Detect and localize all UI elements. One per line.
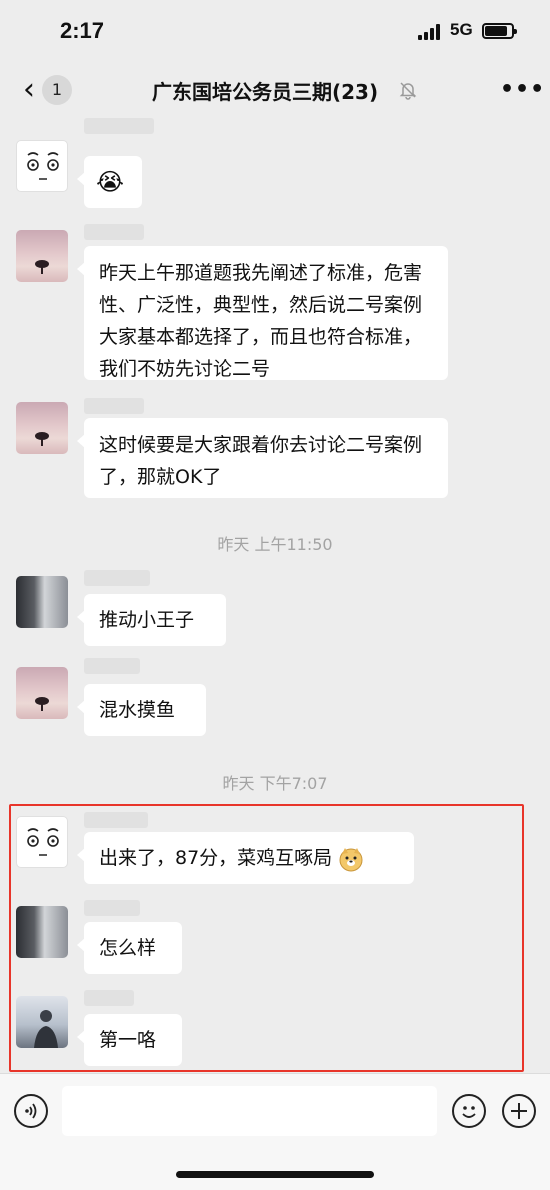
face-doodle-icon: [27, 828, 59, 856]
chat-title: 广东国培公务员三期(23): [152, 80, 379, 104]
avatar[interactable]: [16, 140, 68, 192]
message-bubble[interactable]: 第一咯: [77, 1014, 182, 1066]
sender-name: [84, 812, 148, 828]
message-bubble[interactable]: 出来了，87分，菜鸡互啄局: [77, 832, 414, 884]
smiley-face-icon: [462, 1106, 476, 1118]
voice-wave-icon: [25, 1103, 37, 1119]
message-input[interactable]: [62, 1086, 437, 1136]
unread-count-badge[interactable]: 1: [42, 75, 72, 105]
emoji-icon[interactable]: [452, 1094, 486, 1128]
status-bar: 2:17 5G: [0, 0, 550, 62]
sender-name: [84, 570, 150, 586]
bell-off-icon: [399, 82, 417, 100]
message-list[interactable]: 😭 昨天上午那道题我先阐述了标准，危害性、广泛性，典型性，然后说二号案例大家基本…: [0, 118, 550, 1073]
sender-name: [84, 224, 144, 240]
sender-name: [84, 658, 140, 674]
timestamp: 昨天 上午11:50: [217, 535, 333, 554]
tree-icon: [35, 697, 49, 711]
message-text: 第一咯: [99, 1029, 157, 1051]
input-bar: [0, 1073, 550, 1190]
more-icon[interactable]: •••: [500, 76, 545, 104]
sender-name: [84, 990, 134, 1006]
avatar[interactable]: [16, 667, 68, 719]
message-text: 这时候要是大家跟着你去讨论二号案例了，那就OK了: [99, 434, 423, 488]
network-type: 5G: [450, 20, 473, 39]
message-bubble[interactable]: 混水摸鱼: [77, 684, 206, 736]
message-bubble[interactable]: 这时候要是大家跟着你去讨论二号案例了，那就OK了: [77, 418, 448, 498]
voice-icon[interactable]: [14, 1094, 48, 1128]
chat-header: ‹ 1 广东国培公务员三期(23) •••: [0, 62, 550, 118]
message-bubble[interactable]: 推动小王子: [77, 594, 226, 646]
avatar[interactable]: [16, 402, 68, 454]
avatar[interactable]: [16, 996, 68, 1048]
avatar[interactable]: [16, 576, 68, 628]
message-bubble[interactable]: 昨天上午那道题我先阐述了标准，危害性、广泛性，典型性，然后说二号案例大家基本都选…: [77, 246, 448, 380]
doge-emoji-icon: [339, 847, 363, 871]
face-doodle-icon: [27, 152, 59, 180]
sender-name: [84, 900, 140, 916]
tree-icon: [35, 432, 49, 446]
home-indicator[interactable]: [176, 1171, 374, 1178]
plus-icon[interactable]: [502, 1094, 536, 1128]
sender-name: [84, 118, 154, 134]
battery-icon: [482, 23, 517, 39]
timestamp: 昨天 下午7:07: [222, 774, 328, 793]
message-bubble[interactable]: 怎么样: [77, 922, 182, 974]
avatar[interactable]: [16, 816, 68, 868]
status-time: 2:17: [60, 18, 105, 43]
tree-icon: [35, 260, 49, 274]
person-photo-icon: [34, 1010, 58, 1048]
message-text: 推动小王子: [99, 609, 195, 631]
message-text: 混水摸鱼: [99, 699, 176, 721]
sender-name: [84, 398, 144, 414]
message-text: 昨天上午那道题我先阐述了标准，危害性、广泛性，典型性，然后说二号案例大家基本都选…: [99, 262, 423, 380]
chevron-left-icon[interactable]: ‹: [14, 72, 44, 108]
crying-laughing-emoji: 😭: [96, 168, 125, 196]
message-bubble[interactable]: 😭: [77, 156, 142, 208]
avatar[interactable]: [16, 230, 68, 282]
message-text: 出来了，87分，菜鸡互啄局: [99, 847, 333, 869]
avatar[interactable]: [16, 906, 68, 958]
message-text: 怎么样: [99, 937, 157, 959]
signal-strength-icon: [418, 24, 440, 40]
